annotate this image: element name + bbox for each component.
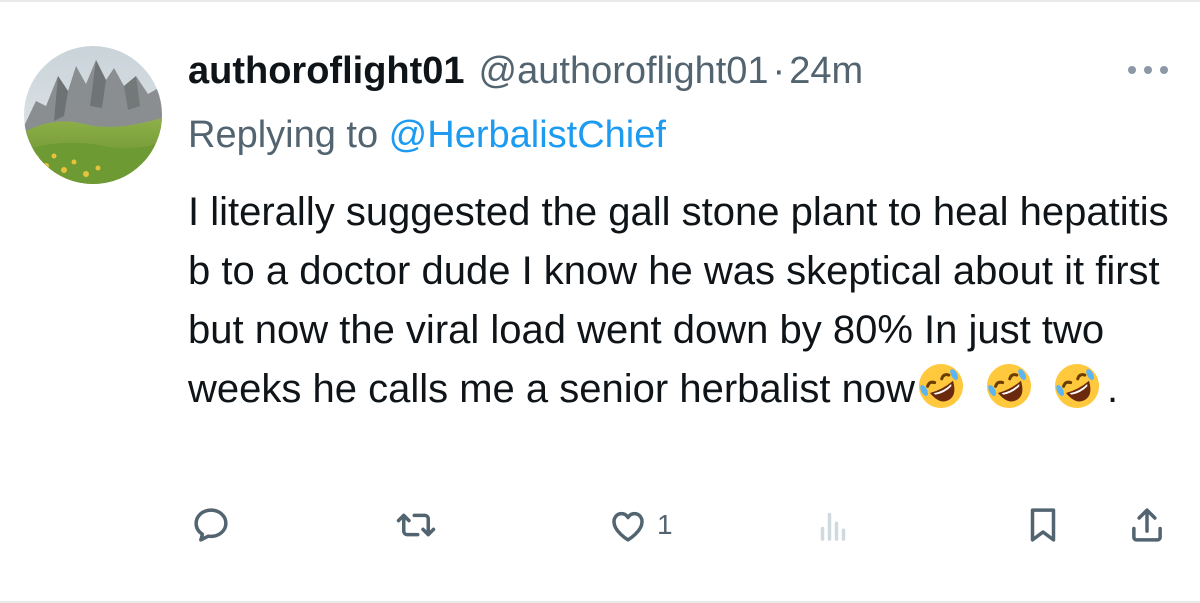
more-options-button[interactable] <box>1124 58 1172 82</box>
share-icon <box>1132 508 1162 542</box>
tweet-action-bar: 1 <box>0 500 1200 550</box>
user-handle[interactable]: @authoroflight01 <box>479 46 769 96</box>
display-name[interactable]: authoroflight01 <box>188 46 465 96</box>
share-button[interactable] <box>1126 500 1168 550</box>
reply-button[interactable] <box>190 500 232 550</box>
reply-icon <box>194 508 228 542</box>
rolling-on-floor-laughing-emoji-icon <box>1055 364 1100 408</box>
views-button[interactable] <box>812 500 854 550</box>
tweet-card[interactable]: authoroflight01 @authoroflight01 · 24m R… <box>0 0 1200 603</box>
rolling-on-floor-laughing-emoji-icon <box>987 364 1032 408</box>
like-count: 1 <box>657 509 673 540</box>
replying-to-label: Replying to <box>188 114 389 156</box>
retweet-button[interactable] <box>395 500 437 550</box>
bookmark-button[interactable] <box>1022 500 1064 550</box>
tweet-text: I literally suggested the gall stone pla… <box>188 183 1178 419</box>
analytics-icon <box>820 512 846 541</box>
mountain-landscape-avatar <box>24 46 162 184</box>
tweet-trailing-text: . <box>1107 367 1119 411</box>
reply-mention-link[interactable]: @HerbalistChief <box>389 114 666 156</box>
more-dot-icon <box>1144 66 1152 74</box>
more-dot-icon <box>1160 66 1168 74</box>
rolling-on-floor-laughing-emoji-icon <box>919 364 964 408</box>
heart-icon <box>612 511 644 542</box>
timestamp[interactable]: 24m <box>789 46 863 96</box>
more-dot-icon <box>1128 66 1136 74</box>
separator-dot: · <box>772 50 786 92</box>
tweet-header: authoroflight01 @authoroflight01 · 24m <box>188 46 863 96</box>
retweet-icon <box>396 513 436 537</box>
replying-to: Replying to @HerbalistChief <box>188 110 666 160</box>
bookmark-icon <box>1030 508 1056 542</box>
like-button[interactable]: 1 <box>607 500 673 550</box>
avatar[interactable] <box>24 46 162 184</box>
